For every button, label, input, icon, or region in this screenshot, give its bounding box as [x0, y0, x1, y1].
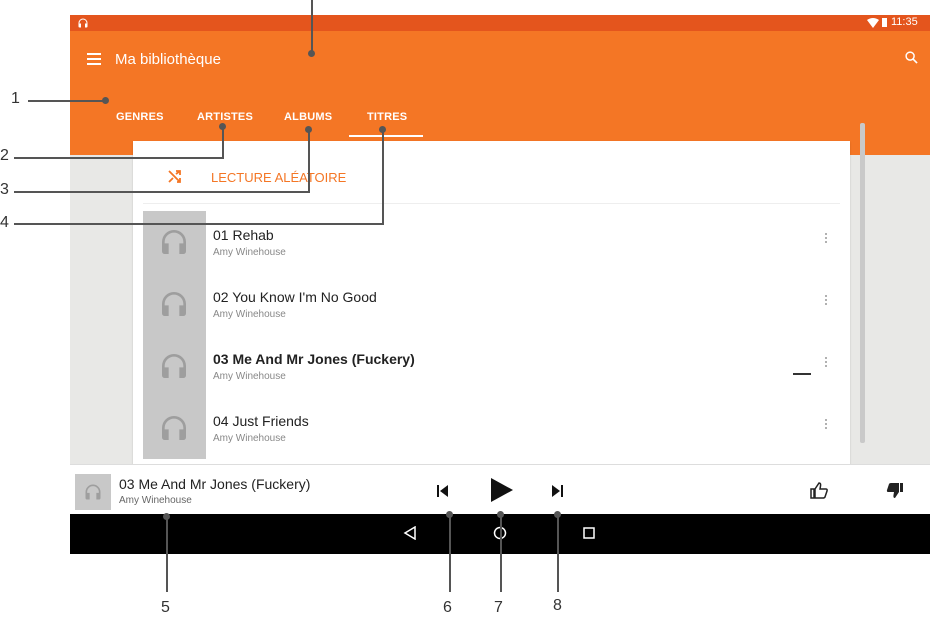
callout-line: [449, 515, 451, 592]
scrollbar[interactable]: [860, 123, 865, 443]
callout-line: [382, 130, 384, 225]
headphones-icon: [162, 354, 186, 378]
thumb-down-icon[interactable]: [886, 482, 904, 499]
callout-line: [308, 130, 310, 193]
divider: [143, 203, 840, 204]
now-playing-thumbnail[interactable]: [75, 474, 111, 510]
thumb-up-icon[interactable]: [810, 482, 828, 499]
now-playing-title: 03 Me And Mr Jones (Fuckery): [119, 476, 311, 492]
shuffle-label: LECTURE ALÉATOIRE: [211, 170, 347, 185]
callout-line: [166, 517, 168, 592]
now-playing-bar[interactable]: 03 Me And Mr Jones (Fuckery) Amy Winehou…: [70, 464, 930, 515]
album-thumbnail: [143, 211, 206, 273]
callout-line: [14, 191, 310, 193]
shuffle-row[interactable]: LECTURE ALÉATOIRE: [133, 141, 850, 203]
callout-line: [28, 100, 106, 102]
tab-titres[interactable]: TITRES: [367, 111, 407, 123]
recents-icon[interactable]: [583, 527, 595, 539]
headphones-icon: [85, 484, 101, 500]
more-vert-icon[interactable]: [825, 233, 828, 247]
page-title: Ma bibliothèque: [115, 51, 221, 68]
callout-dot: [305, 126, 312, 133]
tab-albums[interactable]: ALBUMS: [284, 111, 332, 123]
tab-artistes[interactable]: ARTISTES: [197, 111, 253, 123]
headphones-icon: [162, 230, 186, 254]
track-title: 02 You Know I'm No Good: [213, 289, 377, 305]
album-thumbnail: [143, 335, 206, 397]
track-title: 04 Just Friends: [213, 413, 309, 429]
track-row[interactable]: 01 Rehab Amy Winehouse: [133, 211, 850, 273]
search-icon[interactable]: [905, 51, 918, 64]
tab-active-indicator: [349, 135, 423, 137]
skip-previous-icon[interactable]: [437, 485, 449, 497]
callout-label-2: 2: [0, 147, 9, 164]
track-artist: Amy Winehouse: [213, 433, 286, 444]
track-artist: Amy Winehouse: [213, 371, 286, 382]
app-bar: Ma bibliothèque GENRES ARTISTES ALBUMS T…: [70, 31, 930, 155]
skip-next-icon[interactable]: [551, 485, 563, 497]
wifi-icon: [867, 18, 879, 28]
track-title: 01 Rehab: [213, 227, 274, 243]
headphones-icon: [162, 416, 186, 440]
equalizer-icon: [793, 373, 811, 375]
menu-icon[interactable]: [87, 53, 101, 65]
status-time: 11:35: [891, 16, 918, 28]
callout-dot: [308, 50, 315, 57]
album-thumbnail: [143, 397, 206, 459]
callout-dot: [219, 123, 226, 130]
callout-dot: [379, 126, 386, 133]
callout-line: [500, 515, 502, 592]
callout-label-7: 7: [494, 599, 503, 616]
status-bar: 11:35: [70, 15, 930, 31]
tablet-screen: 11:35 Ma bibliothèque GENRES ARTISTES AL…: [70, 15, 930, 554]
more-vert-icon[interactable]: [825, 419, 828, 433]
shuffle-icon: [168, 170, 181, 183]
tab-genres[interactable]: GENRES: [116, 111, 164, 123]
callout-label-4: 4: [0, 214, 9, 231]
now-playing-artist: Amy Winehouse: [119, 495, 192, 506]
track-row-playing[interactable]: 03 Me And Mr Jones (Fuckery) Amy Winehou…: [133, 335, 850, 397]
callout-line: [14, 223, 384, 225]
battery-icon: [882, 18, 887, 27]
track-row[interactable]: 04 Just Friends Amy Winehouse: [133, 397, 850, 459]
callout-line: [222, 127, 224, 159]
more-vert-icon[interactable]: [825, 295, 828, 309]
callout-label-8: 8: [553, 597, 562, 614]
callout-label-5: 5: [161, 599, 170, 616]
headphones-icon: [78, 18, 88, 28]
callout-line: [557, 515, 559, 592]
play-icon[interactable]: [491, 478, 513, 502]
headphones-icon: [162, 292, 186, 316]
track-row[interactable]: 02 You Know I'm No Good Amy Winehouse: [133, 273, 850, 335]
track-title: 03 Me And Mr Jones (Fuckery): [213, 351, 415, 367]
callout-line: [311, 0, 313, 53]
callout-dot: [102, 97, 109, 104]
callout-label-3: 3: [0, 181, 9, 198]
more-vert-icon[interactable]: [825, 357, 828, 371]
callout-line: [14, 157, 224, 159]
album-thumbnail: [143, 273, 206, 335]
callout-label-6: 6: [443, 599, 452, 616]
callout-label-1: 1: [11, 90, 20, 107]
track-artist: Amy Winehouse: [213, 309, 286, 320]
track-artist: Amy Winehouse: [213, 247, 286, 258]
back-icon[interactable]: [403, 526, 417, 540]
